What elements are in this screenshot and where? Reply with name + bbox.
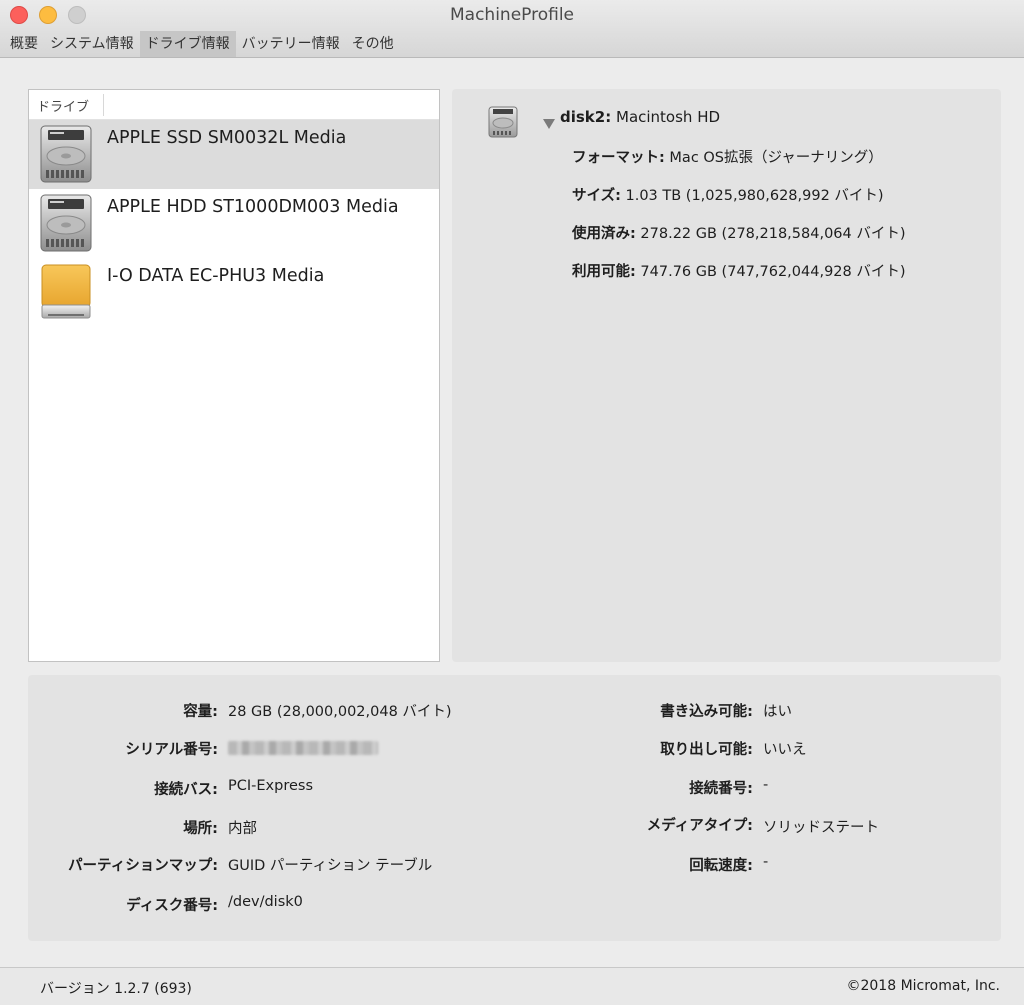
drive-row-external[interactable]: I-O DATA EC-PHU3 Media (29, 258, 439, 327)
status-footer: バージョン 1.2.7 (693) ©2018 Micromat, Inc. (0, 967, 1024, 1005)
ejectable-key: 取り出し可能: (660, 742, 753, 758)
drive-row-hdd[interactable]: APPLE HDD ST1000DM003 Media (29, 189, 439, 258)
disk-number-value: /dev/disk0 (228, 894, 303, 910)
volume-format: フォーマット: Mac OS拡張（ジャーナリング） (572, 146, 883, 167)
drive-info-panel: 容量: 28 GB (28,000,002,048 バイト) シリアル番号: 接… (28, 675, 1001, 941)
internal-drive-icon (40, 125, 92, 183)
property-key: 使用済み: (572, 226, 636, 242)
serial-number-redacted (228, 741, 378, 755)
drive-label: I-O DATA EC-PHU3 Media (107, 266, 325, 286)
writable-key: 書き込み可能: (660, 704, 753, 720)
writable-value: はい (763, 704, 792, 720)
location-key: 場所: (183, 821, 218, 837)
drive-row-ssd[interactable]: APPLE SSD SM0032L Media (29, 120, 439, 189)
property-key: フォーマット: (572, 150, 665, 166)
tab-bar: 概要 システム情報 ドライブ情報 バッテリー情報 その他 (4, 31, 400, 57)
volume-id: disk2: (560, 108, 612, 126)
tab-other[interactable]: その他 (346, 31, 400, 57)
ejectable-value: いいえ (763, 742, 807, 758)
version-label: バージョン 1.2.7 (693) (40, 981, 192, 997)
disclosure-triangle-icon[interactable] (543, 119, 555, 129)
volume-detail-panel: disk2: Macintosh HD フォーマット: Mac OS拡張（ジャー… (452, 89, 1001, 662)
property-key: サイズ: (572, 188, 621, 204)
connection-bus-key: 接続バス: (154, 782, 218, 798)
drive-list-header[interactable]: ドライブ (29, 90, 439, 120)
window-title: MachineProfile (449, 5, 575, 25)
tab-drive-info[interactable]: ドライブ情報 (139, 31, 236, 57)
volume-title: disk2: Macintosh HD (560, 108, 720, 126)
drive-label: APPLE SSD SM0032L Media (107, 128, 347, 148)
partition-map-key: パーティションマップ: (68, 858, 218, 874)
connection-bus-value: PCI-Express (228, 778, 313, 794)
connection-number-value: - (763, 777, 769, 793)
volume-size: サイズ: 1.03 TB (1,025,980,628,992 バイト) (572, 184, 884, 205)
rotation-speed-value: - (763, 854, 769, 870)
copyright-label: ©2018 Micromat, Inc. (846, 978, 1000, 994)
serial-number-key: シリアル番号: (125, 742, 218, 758)
property-key: 利用可能: (572, 264, 636, 280)
column-divider[interactable] (103, 94, 104, 116)
tab-battery-info[interactable]: バッテリー情報 (236, 31, 346, 57)
drive-column-header[interactable]: ドライブ (37, 96, 89, 115)
media-type-value: ソリッドステート (763, 820, 879, 836)
capacity-value: 28 GB (28,000,002,048 バイト) (228, 704, 452, 720)
partition-map-value: GUID パーティション テーブル (228, 858, 433, 874)
media-type-key: メディアタイプ: (646, 818, 753, 834)
disk-number-key: ディスク番号: (126, 898, 218, 914)
rotation-speed-key: 回転速度: (689, 858, 753, 874)
drive-list[interactable]: ドライブ APPLE SSD SM0032L Media APPLE HDD S… (28, 89, 440, 662)
internal-drive-icon (40, 194, 92, 252)
property-value: Mac OS拡張（ジャーナリング） (669, 150, 883, 166)
property-value: 278.22 GB (278,218,584,064 バイト) (640, 226, 906, 242)
tab-system-info[interactable]: システム情報 (44, 31, 140, 57)
external-drive-icon (41, 264, 91, 319)
connection-number-key: 接続番号: (689, 781, 753, 797)
capacity-key: 容量: (183, 704, 218, 720)
volume-used: 使用済み: 278.22 GB (278,218,584,064 バイト) (572, 222, 906, 243)
volume-disk-icon (488, 106, 518, 138)
title-bar: MachineProfile 概要 システム情報 ドライブ情報 バッテリー情報 … (0, 0, 1024, 58)
location-value: 内部 (228, 821, 257, 837)
property-value: 747.76 GB (747,762,044,928 バイト) (640, 264, 906, 280)
app-window: MachineProfile 概要 システム情報 ドライブ情報 バッテリー情報 … (0, 0, 1024, 1005)
volume-name: Macintosh HD (616, 108, 721, 126)
property-value: 1.03 TB (1,025,980,628,992 バイト) (625, 188, 884, 204)
tab-overview[interactable]: 概要 (4, 31, 44, 57)
drive-label: APPLE HDD ST1000DM003 Media (107, 197, 399, 217)
volume-available: 利用可能: 747.76 GB (747,762,044,928 バイト) (572, 260, 906, 281)
